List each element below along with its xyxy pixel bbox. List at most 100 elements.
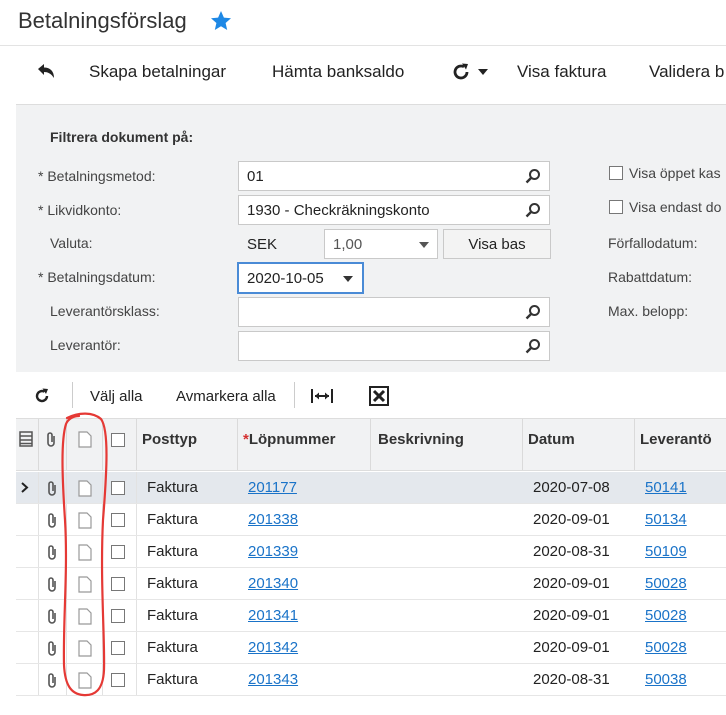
row-select-checkbox[interactable] xyxy=(111,545,125,559)
row-date: 2020-07-08 xyxy=(533,479,610,496)
currency-rate-select[interactable]: 1,00 xyxy=(324,229,438,259)
header-divider xyxy=(237,419,238,470)
payment-method-field[interactable]: 01 xyxy=(238,161,550,191)
row-divider xyxy=(38,504,39,535)
row-select-checkbox[interactable] xyxy=(111,673,125,687)
row-vendor-link[interactable]: 50028 xyxy=(645,639,687,656)
search-icon[interactable] xyxy=(525,338,541,354)
payment-date-value: 2020-10-05 xyxy=(247,270,324,287)
chevron-down-icon xyxy=(478,69,488,75)
cash-account-label: * Likvidkonto: xyxy=(38,202,121,218)
row-ref-link[interactable]: 201341 xyxy=(248,607,298,624)
table-row[interactable]: Faktura 201339 2020-08-31 50109 xyxy=(16,536,726,568)
create-payments-button[interactable]: Skapa betalningar xyxy=(89,62,226,82)
row-vendor-link[interactable]: 50109 xyxy=(645,543,687,560)
deselect-all-button[interactable]: Avmarkera alla xyxy=(176,388,276,405)
row-date: 2020-09-01 xyxy=(533,639,610,656)
show-invoice-button[interactable]: Visa faktura xyxy=(517,62,606,82)
required-marker: * xyxy=(38,168,48,184)
row-select-checkbox[interactable] xyxy=(111,481,125,495)
validate-button[interactable]: Validera b xyxy=(649,62,724,82)
row-vendor-link[interactable]: 50141 xyxy=(645,479,687,496)
required-marker: * xyxy=(38,269,48,285)
table-row[interactable]: Faktura 201343 2020-08-31 50038 xyxy=(16,664,726,696)
header-divider xyxy=(634,419,635,470)
search-icon[interactable] xyxy=(525,168,541,184)
row-ref-link[interactable]: 201177 xyxy=(248,479,297,496)
row-ref-link[interactable]: 201339 xyxy=(248,543,298,560)
refresh-icon[interactable] xyxy=(33,387,51,405)
table-row[interactable]: Faktura 201177 2020-07-08 50141 xyxy=(16,472,726,504)
row-divider xyxy=(136,536,137,567)
row-type: Faktura xyxy=(147,479,198,496)
header-divider xyxy=(370,419,371,470)
row-ref-link[interactable]: 201338 xyxy=(248,511,298,528)
row-divider xyxy=(38,632,39,663)
row-vendor-link[interactable]: 50028 xyxy=(645,575,687,592)
column-beskrivning[interactable]: Beskrivning xyxy=(378,431,464,448)
row-divider xyxy=(136,600,137,631)
row-select-checkbox[interactable] xyxy=(111,513,125,527)
undo-icon[interactable] xyxy=(34,63,56,81)
row-type: Faktura xyxy=(147,607,198,624)
column-datum[interactable]: Datum xyxy=(528,431,575,448)
refresh-dropdown-button[interactable] xyxy=(450,61,490,83)
payment-method-label-text: Betalningsmetod: xyxy=(47,168,156,184)
row-divider xyxy=(38,568,39,599)
table-row[interactable]: Faktura 201340 2020-09-01 50028 xyxy=(16,568,726,600)
max-amount-label: Max. belopp: xyxy=(608,303,689,319)
table-row[interactable]: Faktura 201341 2020-09-01 50028 xyxy=(16,600,726,632)
row-divider xyxy=(136,472,137,503)
row-date: 2020-09-01 xyxy=(533,575,610,592)
fetch-bank-balance-button[interactable]: Hämta banksaldo xyxy=(272,62,404,82)
search-icon[interactable] xyxy=(525,202,541,218)
row-divider xyxy=(136,664,137,695)
payment-date-picker[interactable]: 2020-10-05 xyxy=(238,263,363,293)
select-all-button[interactable]: Välj alla xyxy=(90,388,143,405)
payment-date-label-text: Betalningsdatum: xyxy=(47,269,156,285)
row-divider xyxy=(38,472,39,503)
export-excel-icon[interactable] xyxy=(369,386,389,406)
column-posttyp[interactable]: Posttyp xyxy=(142,431,197,448)
row-divider xyxy=(38,664,39,695)
row-select-checkbox[interactable] xyxy=(111,577,125,591)
header-divider xyxy=(38,419,39,470)
show-only-checkbox[interactable] xyxy=(609,200,623,214)
view-base-button[interactable]: Visa bas xyxy=(443,229,551,259)
cash-account-field[interactable]: 1930 - Checkräkningskonto xyxy=(238,195,550,225)
column-leverantor[interactable]: Leverantö xyxy=(640,431,712,448)
show-open-checkbox[interactable] xyxy=(609,166,623,180)
column-lopnummer[interactable]: *Löpnummer xyxy=(243,431,336,448)
show-only-label: Visa endast do xyxy=(629,199,722,215)
row-date: 2020-09-01 xyxy=(533,511,610,528)
payment-method-value: 01 xyxy=(247,168,264,185)
row-vendor-link[interactable]: 50038 xyxy=(645,671,687,688)
fit-columns-icon[interactable] xyxy=(311,387,333,405)
row-select-checkbox[interactable] xyxy=(111,641,125,655)
row-date: 2020-08-31 xyxy=(533,543,610,560)
row-vendor-link[interactable]: 50134 xyxy=(645,511,687,528)
row-ref-link[interactable]: 201342 xyxy=(248,639,298,656)
row-select-checkbox[interactable] xyxy=(111,609,125,623)
row-divider xyxy=(136,504,137,535)
select-all-checkbox[interactable] xyxy=(111,433,125,447)
cash-account-label-text: Likvidkonto: xyxy=(47,202,122,218)
table-row[interactable]: Faktura 201342 2020-09-01 50028 xyxy=(16,632,726,664)
toolbar-divider xyxy=(72,382,73,408)
table-row[interactable]: Faktura 201338 2020-09-01 50134 xyxy=(16,504,726,536)
search-icon[interactable] xyxy=(525,304,541,320)
row-ref-link[interactable]: 201340 xyxy=(248,575,298,592)
vendor-class-field[interactable] xyxy=(238,297,550,327)
row-ref-link[interactable]: 201343 xyxy=(248,671,298,688)
row-selector-icon[interactable] xyxy=(19,431,33,447)
vendor-class-label: Leverantörsklass: xyxy=(50,303,160,319)
row-type: Faktura xyxy=(147,575,198,592)
header-divider xyxy=(136,419,137,470)
favorite-star-icon[interactable] xyxy=(209,9,233,33)
payment-date-label: * Betalningsdatum: xyxy=(38,269,156,285)
row-vendor-link[interactable]: 50028 xyxy=(645,607,687,624)
row-date: 2020-08-31 xyxy=(533,671,610,688)
column-lopnummer-label: Löpnummer xyxy=(248,431,336,448)
vendor-field[interactable] xyxy=(238,331,550,361)
vendor-label: Leverantör: xyxy=(50,337,121,353)
